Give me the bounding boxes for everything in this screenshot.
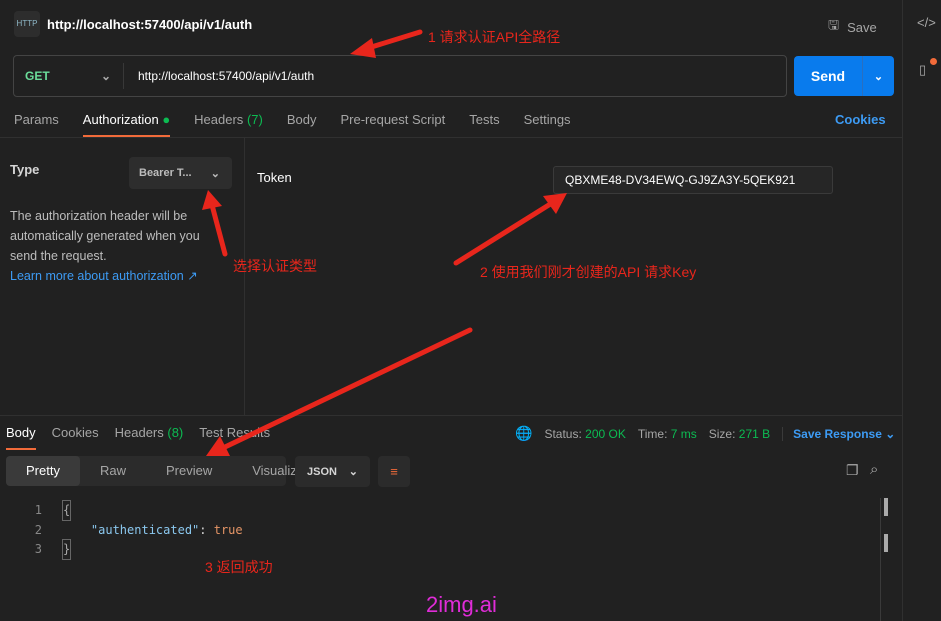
annotation-2: 选择认证类型 — [233, 258, 317, 274]
annotation-4: 3 返回成功 — [205, 559, 273, 575]
arrow-2 — [209, 202, 228, 257]
annotation-3: 2 使用我们刚才创建的API 请求Key — [480, 264, 697, 280]
annotation-arrows — [202, 29, 567, 456]
annotation-1: 1 请求认证API全路径 — [428, 29, 561, 45]
arrow-3 — [453, 200, 555, 266]
watermark: 2img.ai — [426, 592, 497, 617]
arrow-4 — [222, 327, 473, 450]
